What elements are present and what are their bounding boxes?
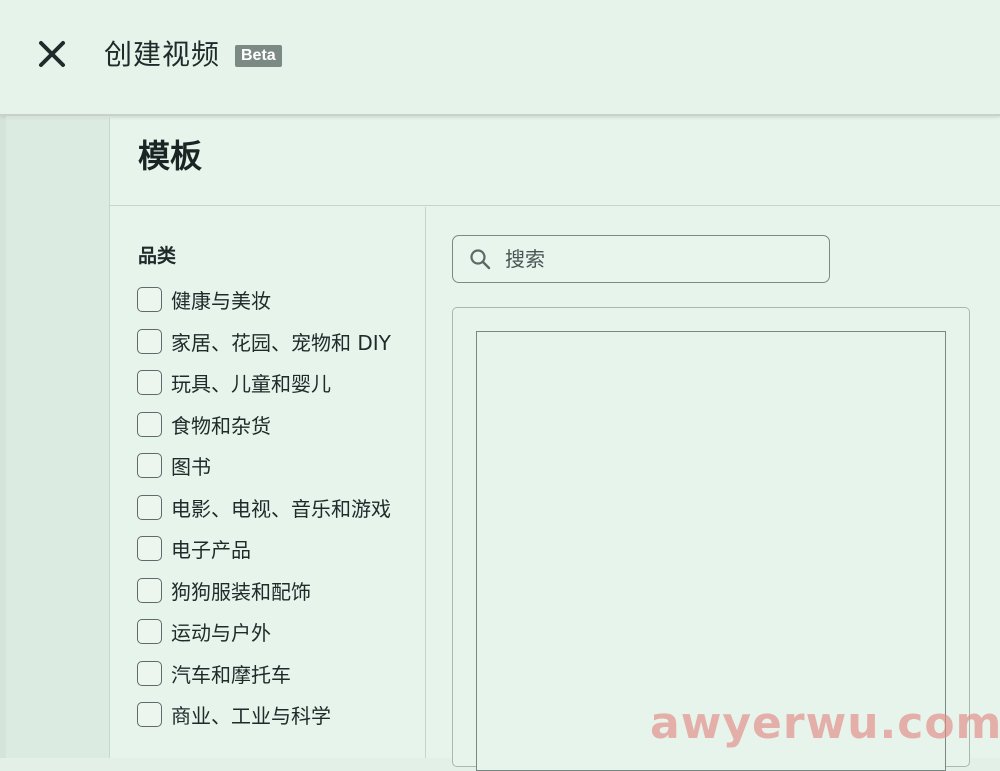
filter-label: 健康与美妆 [171,288,271,313]
filter-label: 商业、工业与科学 [171,703,331,728]
checkbox[interactable] [137,411,162,437]
filter-item[interactable]: 健康与美妆 [137,285,271,313]
search-input[interactable] [503,246,803,272]
checkbox[interactable] [137,660,162,686]
checkbox[interactable] [137,701,162,727]
filter-item[interactable]: 商业、工业与科学 [137,700,331,728]
filter-label: 玩具、儿童和婴儿 [171,371,331,396]
close-icon [39,41,65,67]
left-gutter [0,118,110,758]
filter-item[interactable]: 汽车和摩托车 [137,659,291,687]
filter-item[interactable]: 食物和杂货 [137,410,271,438]
top-bar: 创建视频 Beta [0,0,1000,116]
filter-label: 电影、电视、音乐和游戏 [171,496,391,521]
checkbox[interactable] [137,286,162,312]
filter-label: 狗狗服装和配饰 [171,579,311,604]
panel-header: 模板 [110,118,1000,206]
category-filters: 品类 健康与美妆 家居、花园、宠物和 DIY 玩具、儿童和婴儿 食物和杂货 图书… [110,207,426,758]
filter-item[interactable]: 家居、花园、宠物和 DIY [137,327,391,355]
panel-title: 模板 [138,137,203,175]
filter-label: 图书 [171,454,211,479]
checkbox[interactable] [137,494,162,520]
checkbox[interactable] [137,535,162,561]
search-box[interactable] [452,235,830,283]
search-icon [469,248,491,270]
filter-item[interactable]: 运动与户外 [137,617,271,645]
filter-label: 运动与户外 [171,620,271,645]
filter-label: 食物和杂货 [171,413,271,438]
templates-panel: 模板 品类 健康与美妆 家居、花园、宠物和 DIY 玩具、儿童和婴儿 食物和杂货… [110,118,1000,771]
beta-badge: Beta [235,45,282,67]
checkbox[interactable] [137,577,162,603]
watermark: awyerwu.com [650,698,1000,749]
checkbox[interactable] [137,369,162,395]
filter-item[interactable]: 图书 [137,451,211,479]
close-button[interactable] [30,32,74,76]
filter-item[interactable]: 玩具、儿童和婴儿 [137,368,331,396]
page-title: 创建视频 [104,38,221,71]
filter-label: 电子产品 [171,537,251,562]
filters-title: 品类 [138,245,177,267]
filter-label: 家居、花园、宠物和 DIY [171,330,391,355]
filter-item[interactable]: 狗狗服装和配饰 [137,576,311,604]
checkbox[interactable] [137,452,162,478]
filter-label: 汽车和摩托车 [171,662,291,687]
filter-item[interactable]: 电子产品 [137,534,251,562]
filter-item[interactable]: 电影、电视、音乐和游戏 [137,493,391,521]
checkbox[interactable] [137,618,162,644]
checkbox[interactable] [137,328,162,354]
